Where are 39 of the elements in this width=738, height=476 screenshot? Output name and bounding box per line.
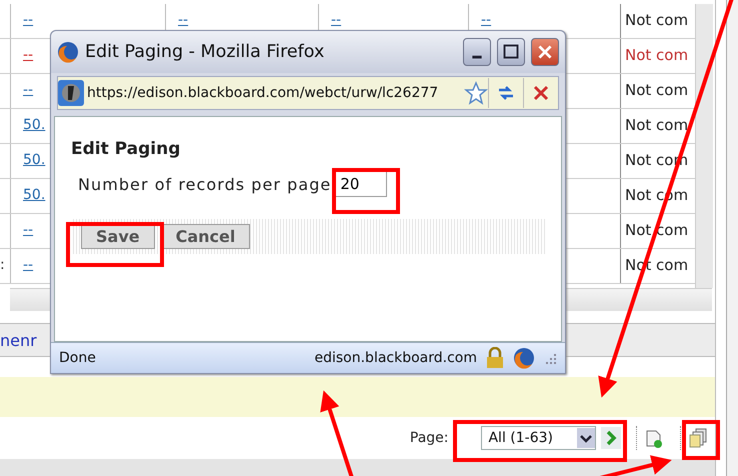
records-input[interactable]: 20	[335, 171, 388, 197]
copy-icon[interactable]	[687, 427, 709, 449]
vertical-scrollbar[interactable]	[695, 4, 713, 288]
score-link[interactable]: --	[481, 12, 492, 28]
score-link[interactable]: --	[178, 12, 188, 28]
browser-logo-icon	[57, 41, 79, 63]
score-link[interactable]: --	[331, 12, 342, 28]
status-text: Done	[59, 350, 97, 366]
star-icon[interactable]	[464, 81, 488, 105]
score-link[interactable]: 50.	[23, 117, 46, 133]
score-link[interactable]: 50.	[23, 152, 46, 168]
score-link[interactable]: --	[23, 222, 34, 238]
maximize-button[interactable]	[497, 38, 525, 66]
score-link[interactable]: 50.	[23, 187, 46, 203]
score-link[interactable]: --	[23, 12, 34, 28]
site-icon	[58, 80, 84, 106]
score-link[interactable]: --	[23, 257, 34, 273]
address-bar[interactable]: https://edison.blackboard.com/webct/urw/lc26277	[57, 76, 559, 110]
page-select[interactable]: All (1-63)	[481, 426, 596, 450]
action-link[interactable]: nenr	[0, 330, 37, 350]
score-link[interactable]: --	[23, 82, 34, 98]
window-title: Edit Paging - Mozilla Firefox	[85, 42, 326, 62]
stop-icon[interactable]	[533, 85, 549, 101]
domain-text: edison.blackboard.com	[314, 350, 477, 366]
vertical-scrollbar[interactable]	[715, 0, 738, 476]
browser-logo-icon	[513, 347, 535, 369]
score-link[interactable]: --	[23, 47, 34, 63]
highlight-frame	[332, 168, 400, 214]
resize-grip-icon[interactable]	[543, 351, 557, 365]
minimize-button[interactable]	[463, 38, 491, 66]
close-button[interactable]	[531, 38, 559, 66]
save-button[interactable]: Save	[81, 224, 155, 249]
highlight-frame	[682, 420, 720, 460]
lock-icon	[485, 347, 505, 369]
dialog-heading: Edit Paging	[71, 139, 182, 159]
field-label: Number of records per page	[78, 174, 332, 194]
cell-text: :	[0, 256, 6, 275]
horizontal-scrollbar[interactable]	[0, 459, 715, 476]
page-label: Page:	[410, 430, 448, 446]
